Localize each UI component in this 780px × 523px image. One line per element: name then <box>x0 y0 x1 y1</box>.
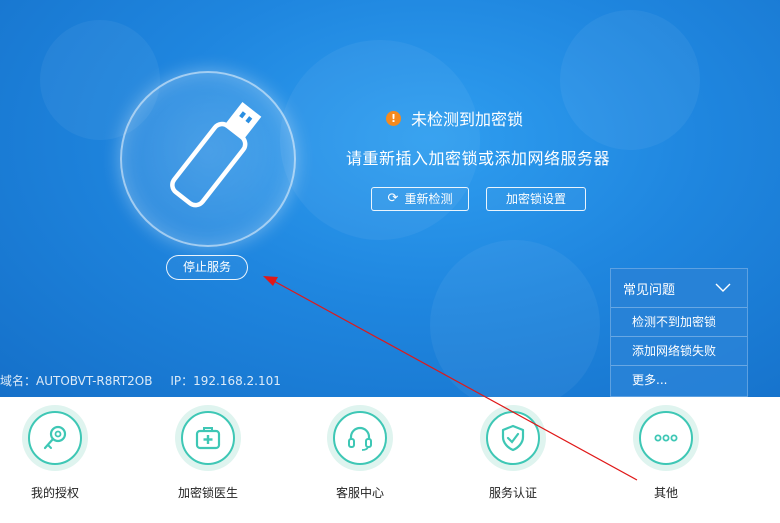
warning-icon: ! <box>386 110 401 126</box>
bottom-toolbar: 我的授权 加密锁医生 客服中心 服务认证 其他 <box>0 397 780 523</box>
faq-title: 常见问题 <box>623 282 676 298</box>
recheck-label: 重新检测 <box>404 192 453 206</box>
tool-service-certification[interactable]: 服务认证 <box>453 405 573 501</box>
usb-drive-icon <box>170 102 262 208</box>
background-bokeh <box>430 240 600 397</box>
shield-check-icon <box>501 424 525 452</box>
status-message: ! 未检测到加密锁 <box>386 106 523 130</box>
tool-label: 我的授权 <box>30 486 79 500</box>
faq-item-network-lock-failed[interactable]: 添加网络锁失败 <box>611 337 747 366</box>
hint-text: 请重新插入加密锁或添加网络服务器 <box>346 149 611 168</box>
more-dots-icon <box>654 434 678 442</box>
tool-label: 加密锁医生 <box>177 486 238 500</box>
tool-label: 客服中心 <box>335 486 384 500</box>
device-info: 域名：AUTOBVT-R8RT2OB IP：192.168.2.101 <box>0 372 281 389</box>
key-icon <box>43 425 67 450</box>
faq-header[interactable]: 常见问题 <box>611 269 747 308</box>
first-aid-kit-icon <box>195 427 221 450</box>
faq-item-lock-not-detected[interactable]: 检测不到加密锁 <box>611 308 747 337</box>
stop-service-button[interactable]: 停止服务 <box>166 255 248 280</box>
device-name: 域名：AUTOBVT-R8RT2OB <box>0 374 153 388</box>
tool-lock-doctor[interactable]: 加密锁医生 <box>148 405 268 501</box>
chevron-down-icon <box>715 283 731 292</box>
device-ip: IP：192.168.2.101 <box>170 374 281 388</box>
usb-status-circle <box>120 71 296 247</box>
faq-item-more[interactable]: 更多... <box>611 366 747 395</box>
main-panel: 停止服务 ! 未检测到加密锁 请重新插入加密锁或添加网络服务器 ⟳ 重新检测 加… <box>0 0 780 397</box>
tool-other[interactable]: 其他 <box>606 405 726 501</box>
status-text: 未检测到加密锁 <box>411 110 524 129</box>
lock-settings-button[interactable]: 加密锁设置 <box>486 187 586 211</box>
recheck-button[interactable]: ⟳ 重新检测 <box>371 187 469 211</box>
headset-icon <box>348 426 372 451</box>
background-bokeh <box>560 10 700 150</box>
tool-my-authorization[interactable]: 我的授权 <box>0 405 115 501</box>
refresh-icon: ⟳ <box>387 191 399 206</box>
faq-panel: 常见问题 检测不到加密锁 添加网络锁失败 更多... <box>610 268 748 397</box>
tool-label: 其他 <box>653 486 678 500</box>
tool-label: 服务认证 <box>488 486 537 500</box>
tool-customer-service[interactable]: 客服中心 <box>300 405 420 501</box>
